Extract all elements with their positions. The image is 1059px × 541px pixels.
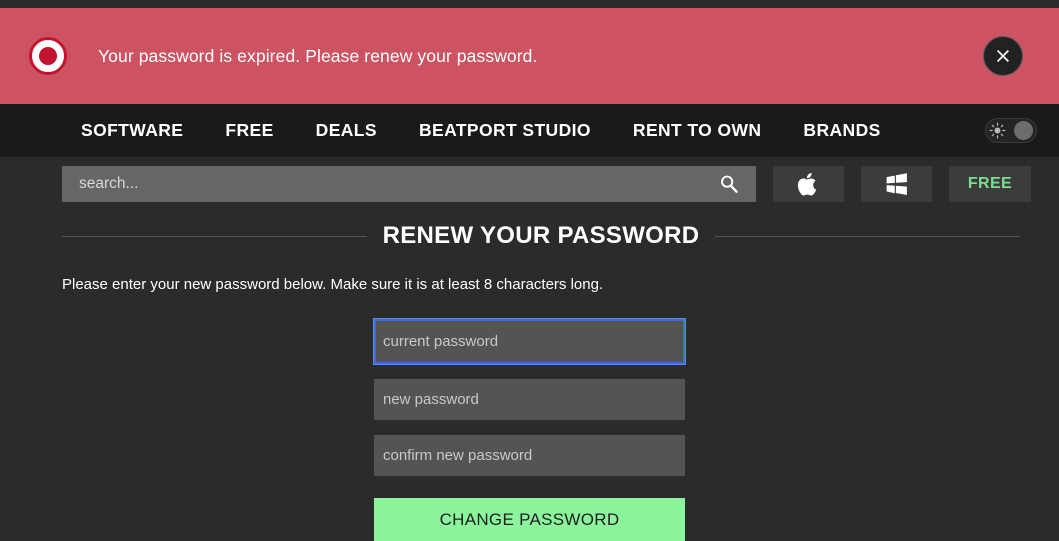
free-filter-button[interactable]: FREE <box>949 166 1031 202</box>
nav-item-rent-to-own[interactable]: RENT TO OWN <box>612 120 783 141</box>
heading-rule-right <box>715 235 1020 237</box>
main-navigation: SOFTWARE FREE DEALS BEATPORT STUDIO RENT… <box>0 104 1059 157</box>
nav-item-beatport-studio[interactable]: BEATPORT STUDIO <box>398 120 612 141</box>
nav-item-software[interactable]: SOFTWARE <box>81 120 204 141</box>
theme-toggle-knob <box>1014 121 1033 140</box>
alert-message: Your password is expired. Please renew y… <box>98 45 538 66</box>
change-password-button[interactable]: CHANGE PASSWORD <box>374 498 685 541</box>
page-heading-row: RENEW YOUR PASSWORD <box>62 222 1020 250</box>
confirm-password-field[interactable] <box>374 435 685 476</box>
nav-items-list: SOFTWARE FREE DEALS BEATPORT STUDIO RENT… <box>81 120 985 141</box>
error-circle-icon <box>29 37 67 75</box>
sun-icon <box>989 122 1006 139</box>
windows-icon <box>886 173 907 195</box>
heading-rule-left <box>62 235 367 237</box>
theme-toggle[interactable] <box>985 118 1037 143</box>
search-input[interactable] <box>79 166 716 202</box>
nav-item-free[interactable]: FREE <box>204 120 294 141</box>
nav-item-brands[interactable]: BRANDS <box>782 120 901 141</box>
renew-password-form: CHANGE PASSWORD <box>0 318 1059 541</box>
new-password-field[interactable] <box>374 379 685 420</box>
apple-filter-button[interactable] <box>773 166 844 202</box>
top-strip <box>0 0 1059 8</box>
alert-close-button[interactable] <box>983 36 1023 76</box>
nav-item-deals[interactable]: DEALS <box>295 120 398 141</box>
apple-icon <box>797 172 817 196</box>
close-icon <box>997 50 1009 62</box>
windows-filter-button[interactable] <box>861 166 932 202</box>
instruction-text: Please enter your new password below. Ma… <box>62 276 604 293</box>
current-password-field[interactable] <box>373 318 686 365</box>
page-title: RENEW YOUR PASSWORD <box>382 222 700 249</box>
error-circle-dot <box>39 47 57 65</box>
search-box <box>62 166 756 202</box>
search-icon <box>721 175 738 193</box>
alert-icon-container <box>0 37 96 75</box>
password-expired-alert: Your password is expired. Please renew y… <box>0 8 1059 104</box>
search-and-filters-row: FREE <box>0 157 1059 202</box>
search-submit-button[interactable] <box>716 171 742 197</box>
